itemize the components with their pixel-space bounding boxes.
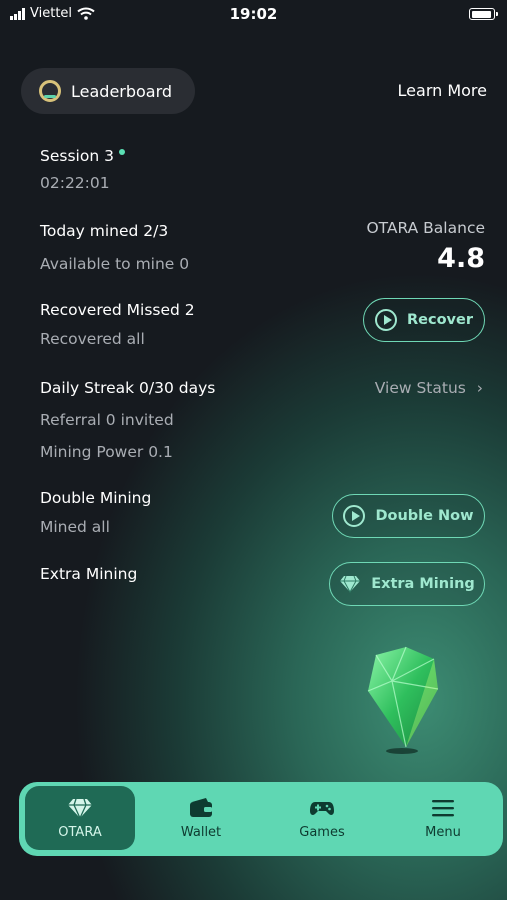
gem-icon bbox=[340, 575, 361, 593]
clock: 19:02 bbox=[229, 5, 278, 23]
gamepad-icon bbox=[310, 801, 334, 815]
leaderboard-icon bbox=[39, 80, 61, 102]
today-mined: Today mined 2/3 bbox=[40, 222, 169, 240]
menu-icon bbox=[432, 799, 454, 816]
recover-button[interactable]: Recover bbox=[363, 298, 485, 342]
referral-count: Referral 0 invited bbox=[40, 411, 174, 429]
leaderboard-button[interactable]: Leaderboard bbox=[21, 68, 195, 114]
battery-icon bbox=[469, 8, 498, 20]
session-title: Session 3 bbox=[40, 147, 114, 165]
play-icon bbox=[343, 505, 366, 527]
nav-item-menu[interactable]: Menu bbox=[388, 786, 498, 850]
leaderboard-label: Leaderboard bbox=[71, 81, 173, 101]
recovered-missed: Recovered Missed 2 bbox=[40, 301, 195, 319]
crystal-gem-icon bbox=[367, 646, 439, 754]
double-now-button[interactable]: Double Now bbox=[332, 494, 485, 538]
balance-label: OTARA Balance bbox=[366, 219, 485, 237]
view-status-label: View Status bbox=[374, 379, 466, 397]
balance-value: 4.8 bbox=[437, 243, 485, 274]
status-bar: Viettel 19:02 bbox=[0, 0, 507, 30]
nav-label-otara: OTARA bbox=[58, 824, 102, 840]
learn-more-link[interactable]: Learn More bbox=[398, 81, 487, 100]
session-timer: 02:22:01 bbox=[40, 174, 110, 192]
wallet-icon bbox=[190, 797, 212, 817]
nav-label-wallet: Wallet bbox=[180, 824, 222, 840]
nav-label-menu: Menu bbox=[425, 824, 461, 840]
gem-icon bbox=[68, 798, 92, 819]
play-icon bbox=[375, 309, 397, 331]
recovered-status: Recovered all bbox=[40, 330, 145, 348]
extra-mining-title: Extra Mining bbox=[40, 565, 138, 583]
bottom-nav: OTARA Wallet Games Menu bbox=[19, 782, 503, 856]
recover-button-label: Recover bbox=[407, 312, 473, 328]
double-now-label: Double Now bbox=[375, 508, 474, 524]
session-active-dot bbox=[119, 149, 125, 155]
nav-item-otara[interactable]: OTARA bbox=[25, 786, 135, 850]
double-mining-status: Mined all bbox=[40, 518, 110, 536]
chevron-right-icon: › bbox=[476, 379, 483, 397]
nav-label-games: Games bbox=[299, 824, 345, 840]
view-status-link[interactable]: View Status › bbox=[375, 379, 483, 397]
daily-streak: Daily Streak 0/30 days bbox=[40, 379, 216, 397]
available-to-mine: Available to mine 0 bbox=[40, 255, 190, 273]
nav-item-wallet[interactable]: Wallet bbox=[146, 786, 256, 850]
nav-item-games[interactable]: Games bbox=[267, 786, 377, 850]
extra-mining-label: Extra Mining bbox=[371, 576, 475, 592]
extra-mining-button[interactable]: Extra Mining bbox=[329, 562, 485, 606]
double-mining-title: Double Mining bbox=[40, 489, 152, 507]
mining-power: Mining Power 0.1 bbox=[40, 443, 173, 461]
